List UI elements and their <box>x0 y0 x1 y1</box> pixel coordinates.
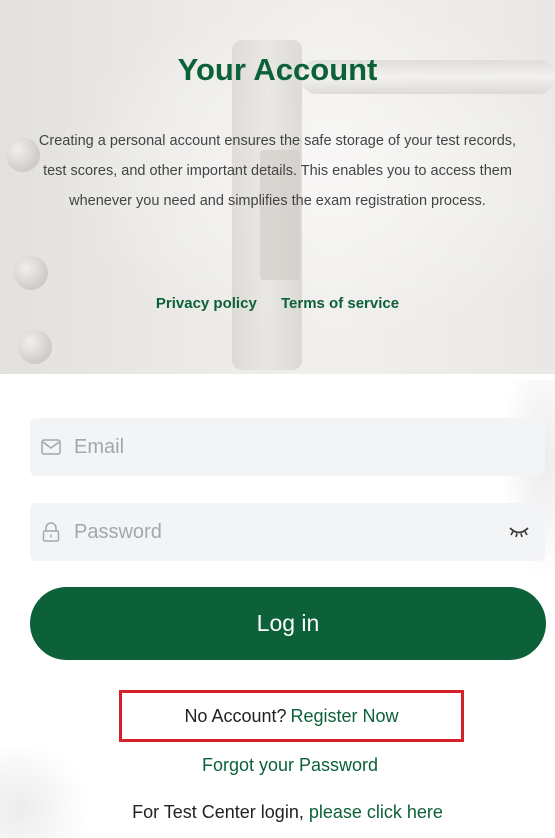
eye-closed-icon[interactable] <box>507 522 531 542</box>
no-account-text: No Account? <box>184 705 287 726</box>
envelope-icon <box>40 436 62 458</box>
register-now-link[interactable]: Register Now <box>291 706 399 727</box>
password-input[interactable] <box>74 503 507 561</box>
forgot-password-link[interactable]: Forgot your Password <box>202 755 378 775</box>
bolt-graphic <box>18 330 52 364</box>
test-center-link[interactable]: please click here <box>309 802 443 822</box>
test-center-text: For Test Center login, <box>132 802 304 822</box>
email-field <box>30 418 545 476</box>
forgot-password-row: Forgot your Password <box>0 755 555 776</box>
email-input[interactable] <box>74 418 545 476</box>
test-center-login: For Test Center login, please click here <box>0 802 555 823</box>
account-description: Creating a personal account ensures the … <box>38 133 517 209</box>
bolt-graphic <box>14 256 48 290</box>
policy-links: Privacy policy Terms of service <box>0 295 555 312</box>
privacy-policy-link[interactable]: Privacy policy <box>156 295 257 312</box>
lock-icon <box>40 521 62 543</box>
terms-of-service-link[interactable]: Terms of service <box>281 295 399 312</box>
page-title: Your Account <box>177 52 378 87</box>
hero-banner: Your Account Creating a personal account… <box>0 0 555 374</box>
password-field <box>30 503 545 561</box>
register-prompt: No Account? Register Now <box>119 690 464 742</box>
login-button[interactable]: Log in <box>30 587 546 660</box>
